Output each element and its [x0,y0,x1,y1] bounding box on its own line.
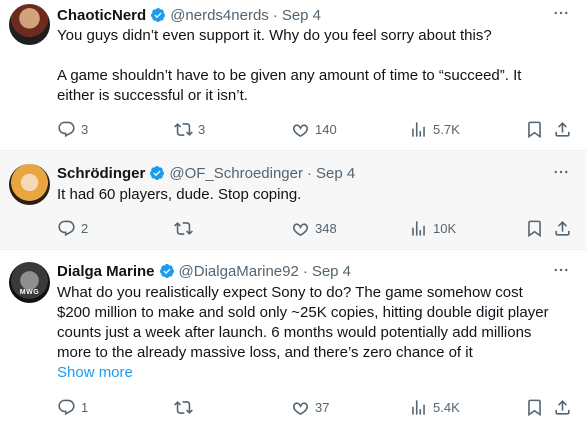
tweet-text: It had 60 players, dude. Stop coping. [57,185,566,205]
bookmark-button[interactable] [525,119,548,139]
avatar-logo-text: MWG [19,289,40,296]
analytics-icon [412,220,425,236]
share-button[interactable] [553,218,576,238]
repost-icon [174,221,193,235]
bookmark-icon [528,121,541,138]
tweet-1[interactable]: ChaoticNerd @nerds4nerds · Sep 4 You guy… [0,0,586,151]
paragraph-break [57,46,566,66]
view-count: 5.4K [433,399,460,415]
reply-count: 3 [81,121,89,137]
views-button[interactable]: 5.7K [409,119,460,139]
tweet-date[interactable]: Sep 4 [282,7,321,24]
like-button[interactable]: 348 [291,218,337,238]
tweet-header: Dialga Marine @DialgaMarine92 · Sep 4 [57,261,351,281]
heart-icon [292,123,309,137]
user-handle[interactable]: @nerds4nerds [170,7,269,24]
share-icon [555,220,570,236]
user-handle[interactable]: @DialgaMarine92 [179,263,299,280]
tweet-header: Schrödinger @OF_Schroedinger · Sep 4 [57,163,355,183]
separator-dot: · [306,164,312,182]
repost-count: 3 [198,121,206,137]
bookmark-button[interactable] [525,397,548,417]
avatar[interactable] [9,164,50,205]
text-line: $200 million to make and sold only ~25K … [57,304,549,321]
tweet-header: ChaoticNerd @nerds4nerds · Sep 4 [57,5,321,25]
tweet-actions: 3 3 140 5.7K [57,119,570,139]
avatar[interactable] [9,4,50,45]
share-button[interactable] [553,397,576,417]
more-options-icon[interactable] [552,163,570,181]
reply-button[interactable]: 2 [57,218,88,238]
views-button[interactable]: 5.4K [409,397,460,417]
like-count: 37 [315,399,330,415]
text-line: You guys didn’t even support it. Why do … [57,27,492,44]
like-button[interactable]: 140 [291,119,337,139]
text-line: more to the already massive loss, and th… [57,344,473,361]
user-handle[interactable]: @OF_Schroedinger [169,165,303,182]
tweet-text: What do you realistically expect Sony to… [57,283,576,363]
reply-count: 2 [81,220,89,236]
user-name[interactable]: Schrödinger [57,165,145,182]
bookmark-icon [528,399,541,416]
text-line: What do you realistically expect Sony to… [57,284,523,301]
reply-icon [58,121,75,137]
like-count: 348 [315,220,337,236]
tweet-actions: 2 348 10K [57,218,570,238]
user-name[interactable]: ChaoticNerd [57,7,146,24]
text-line: A game shouldn’t have to be given any am… [57,67,522,84]
repost-icon [174,122,193,136]
verified-badge-icon [150,7,166,23]
text-line: It had 60 players, dude. Stop coping. [57,186,302,203]
reply-icon [58,220,75,236]
separator-dot: · [272,6,278,24]
analytics-icon [412,399,425,415]
views-button[interactable]: 10K [409,218,456,238]
user-name[interactable]: Dialga Marine [57,263,155,280]
tweet-date[interactable]: Sep 4 [316,165,355,182]
reply-button[interactable]: 1 [57,397,88,417]
show-more-link[interactable]: Show more [57,364,133,381]
share-button[interactable] [553,119,576,139]
avatar[interactable]: MWG [9,262,50,303]
tweet-date[interactable]: Sep 4 [312,263,351,280]
view-count: 10K [433,220,457,236]
like-count: 140 [315,121,337,137]
text-line: counts just a week after launch. 6 month… [57,324,532,341]
heart-icon [292,222,309,236]
reply-button[interactable]: 3 [57,119,88,139]
reply-icon [58,399,75,415]
like-button[interactable]: 37 [291,397,329,417]
more-options-icon[interactable] [552,261,570,279]
verified-badge-icon [159,263,175,279]
separator-dot: · [302,262,308,280]
reply-count: 1 [81,399,89,415]
analytics-icon [412,121,425,137]
verified-badge-icon [149,165,165,181]
repost-icon [174,400,193,414]
share-icon [555,121,570,137]
text-line: either is successful or it isn’t. [57,87,248,104]
tweet-text: You guys didn’t even support it. Why do … [57,26,566,106]
heart-icon [292,401,309,415]
view-count: 5.7K [433,121,460,137]
bookmark-button[interactable] [525,218,548,238]
share-icon [555,399,570,415]
bookmark-icon [528,220,541,237]
repost-button[interactable] [174,397,198,417]
more-options-icon[interactable] [552,4,570,22]
repost-button[interactable]: 3 [174,119,205,139]
tweet-2[interactable]: Schrödinger @OF_Schroedinger · Sep 4 It … [0,151,586,250]
repost-button[interactable] [174,218,198,238]
tweet-3[interactable]: MWG Dialga Marine @DialgaMarine92 · Sep … [0,250,586,435]
tweet-actions: 1 37 5.4K [57,397,570,417]
